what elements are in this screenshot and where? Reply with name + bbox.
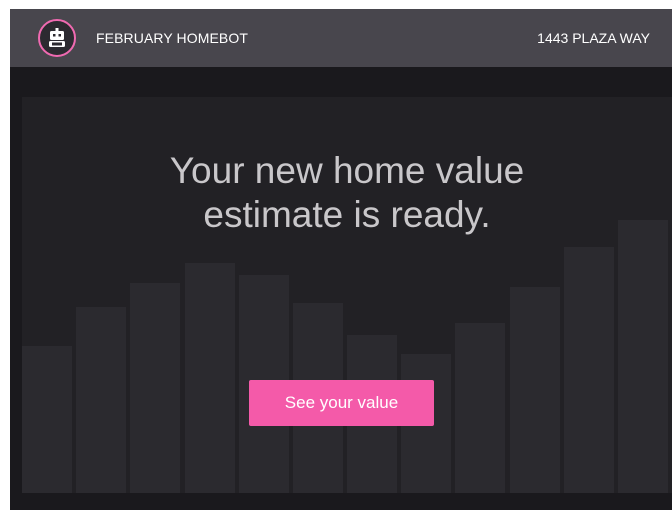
email-frame: FEBRUARY HOMEBOT 1443 PLAZA WAY Your new… — [10, 9, 672, 510]
headline-line-2: estimate is ready. — [203, 194, 491, 235]
background-bar — [455, 323, 505, 493]
robot-icon-graphic — [49, 28, 65, 47]
background-bar — [564, 247, 614, 493]
property-address: 1443 PLAZA WAY — [537, 30, 650, 46]
hero-panel: Your new home value estimate is ready. S… — [22, 97, 672, 493]
see-your-value-button[interactable]: See your value — [249, 380, 434, 426]
background-bar — [22, 346, 72, 493]
header-bar: FEBRUARY HOMEBOT 1443 PLAZA WAY — [10, 9, 672, 67]
background-bar — [185, 263, 235, 493]
background-bar — [510, 287, 560, 493]
background-bar — [130, 283, 180, 493]
headline: Your new home value estimate is ready. — [22, 149, 672, 237]
headline-line-1: Your new home value — [169, 150, 525, 191]
robot-icon — [38, 19, 76, 57]
brand-name: FEBRUARY HOMEBOT — [96, 30, 248, 46]
background-bar — [618, 220, 668, 493]
background-bar — [76, 307, 126, 493]
